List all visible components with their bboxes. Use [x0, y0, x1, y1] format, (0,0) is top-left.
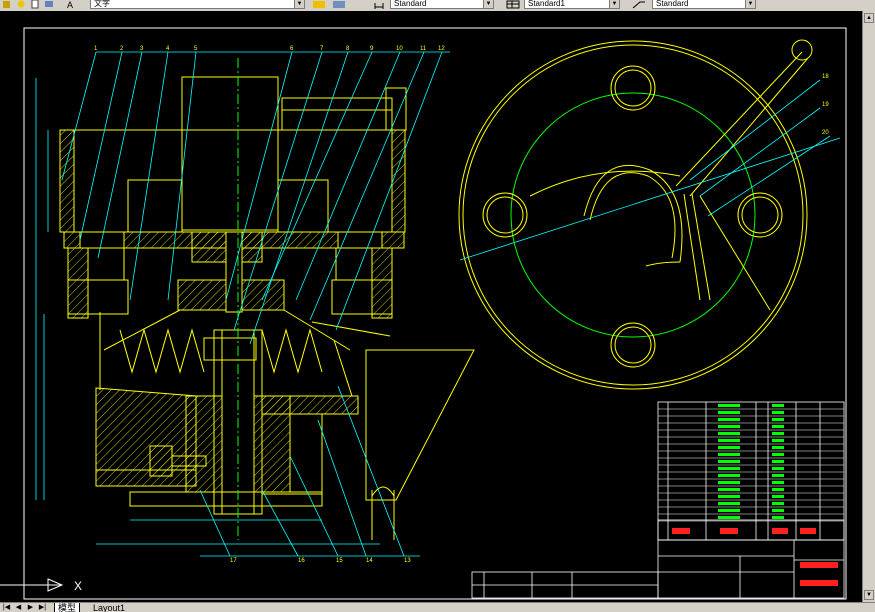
table-style-icon — [506, 0, 520, 9]
parts-header — [657, 519, 845, 541]
multileader-style-value: Standard — [656, 0, 689, 8]
callout-10: 10 — [396, 46, 403, 52]
parts-row-name-mark — [718, 411, 740, 414]
parts-row-material-mark — [772, 453, 784, 456]
callout-9: 9 — [370, 46, 374, 52]
parts-row-name-mark — [718, 509, 740, 512]
text-style-icon: A — [67, 0, 73, 9]
brush-icon[interactable] — [2, 0, 12, 9]
layer-icon[interactable] — [44, 0, 54, 9]
last-tab-button[interactable]: ▶| — [38, 603, 47, 612]
tab-model[interactable]: 模型 — [54, 603, 81, 612]
table-style-value: Standard1 — [528, 0, 565, 8]
parts-rows — [658, 404, 844, 522]
callout-7: 7 — [320, 46, 324, 52]
scroll-up-button[interactable]: ▲ — [864, 13, 874, 23]
parts-row-name-mark — [718, 516, 740, 519]
tab-layout1[interactable]: Layout1 — [90, 603, 128, 612]
callout-17: 17 — [230, 558, 237, 564]
ucs-icon — [0, 578, 64, 592]
callouts-right: 18 19 20 — [822, 74, 829, 136]
dim-style-value: Standard — [394, 0, 427, 8]
callout-19: 19 — [822, 102, 829, 108]
chevron-down-icon[interactable]: ▼ — [609, 0, 619, 8]
parts-row-material-mark — [772, 446, 784, 449]
sheet-frame — [23, 27, 847, 600]
callouts-top: 1 2 3 4 5 6 7 8 9 10 11 12 — [94, 46, 445, 52]
callout-20: 20 — [822, 130, 829, 136]
parts-row-material-mark — [772, 404, 784, 407]
dimension-icon — [374, 3, 384, 9]
callout-3: 3 — [140, 46, 144, 52]
text-style-select[interactable]: 文字 ▼ — [90, 0, 305, 9]
callout-4: 4 — [166, 46, 170, 52]
parts-row-material-mark — [772, 439, 784, 442]
parts-row-name-mark — [718, 488, 740, 491]
parts-row-name-mark — [718, 481, 740, 484]
callout-11: 11 — [420, 46, 427, 52]
parts-row-material-mark — [772, 425, 784, 428]
parts-row-material-mark — [772, 495, 784, 498]
multileader-style-icon — [632, 1, 645, 9]
parts-row-name-mark — [718, 467, 740, 470]
parts-row-name-mark — [718, 460, 740, 463]
parts-row-material-mark — [772, 488, 784, 491]
first-tab-button[interactable]: |◀ — [2, 603, 11, 612]
callout-6: 6 — [290, 46, 294, 52]
parts-row-material-mark — [772, 467, 784, 470]
parts-row-name-mark — [718, 439, 740, 442]
parts-row-material-mark — [772, 418, 784, 421]
parts-row-material-mark — [772, 481, 784, 484]
parts-row-name-mark — [718, 495, 740, 498]
parts-row-name-mark — [718, 432, 740, 435]
parts-row-name-mark — [718, 453, 740, 456]
parts-row-material-mark — [772, 509, 784, 512]
prev-tab-button[interactable]: ◀ — [14, 603, 23, 612]
chevron-down-icon[interactable]: ▼ — [745, 0, 755, 8]
parts-row-name-mark — [718, 418, 740, 421]
parts-row-name-mark — [718, 404, 740, 407]
callout-13: 13 — [404, 558, 411, 564]
callout-18: 18 — [822, 74, 829, 80]
dim-style-icon[interactable] — [332, 0, 346, 9]
parts-row-material-mark — [772, 411, 784, 414]
vertical-scrollbar[interactable]: ▲ ▼ — [862, 11, 875, 602]
parts-row-material-mark — [772, 432, 784, 435]
parts-row-material-mark — [772, 474, 784, 477]
ucs-x-label: X — [74, 579, 82, 593]
top-view — [458, 39, 841, 390]
parts-row-name-mark — [718, 474, 740, 477]
parts-row-material-mark — [772, 460, 784, 463]
callout-2: 2 — [120, 46, 124, 52]
callout-14: 14 — [366, 558, 373, 564]
parts-list — [657, 401, 845, 541]
table-style-select[interactable]: Standard1 ▼ — [524, 0, 620, 9]
parts-row-name-mark — [718, 446, 740, 449]
chevron-down-icon[interactable]: ▼ — [294, 0, 304, 8]
text-style-value: 文字 — [94, 0, 110, 8]
multileader-style-select[interactable]: Standard ▼ — [652, 0, 756, 9]
parts-row-material-mark — [772, 516, 784, 519]
parts-row-name-mark — [718, 425, 740, 428]
sun-icon[interactable] — [16, 0, 26, 9]
title-block — [471, 539, 845, 599]
parts-row-name-mark — [718, 502, 740, 505]
callouts-bottom: 17 16 15 14 13 — [230, 558, 411, 564]
scroll-down-button[interactable]: ▼ — [864, 590, 874, 600]
callout-15: 15 — [336, 558, 343, 564]
drawing-canvas[interactable]: 1 2 3 4 5 6 7 8 9 10 11 12 17 16 15 14 1… — [0, 11, 862, 602]
chevron-down-icon[interactable]: ▼ — [483, 0, 493, 8]
parts-row-material-mark — [772, 502, 784, 505]
dim-style-select[interactable]: Standard ▼ — [390, 0, 494, 9]
callout-12: 12 — [438, 46, 445, 52]
layout-tab-bar: |◀ ◀ ▶ ▶| 模型 Layout1 — [0, 602, 875, 612]
callout-1: 1 — [94, 46, 98, 52]
dim-tool-icon[interactable] — [312, 0, 326, 9]
callout-5: 5 — [194, 46, 198, 52]
callout-8: 8 — [346, 46, 350, 52]
file-icon[interactable] — [30, 0, 40, 9]
svg-text:A: A — [67, 0, 73, 9]
callout-16: 16 — [298, 558, 305, 564]
next-tab-button[interactable]: ▶ — [26, 603, 35, 612]
